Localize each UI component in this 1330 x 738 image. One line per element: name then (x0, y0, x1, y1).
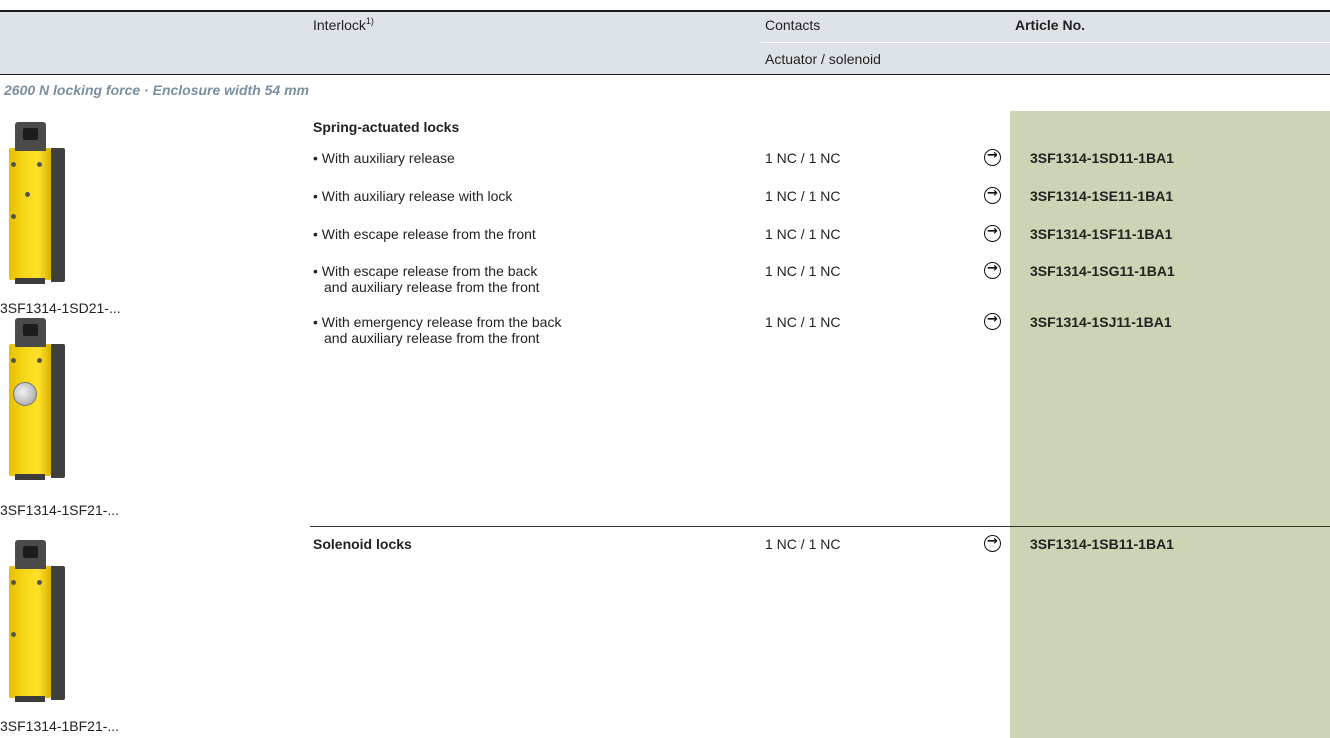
screw-icon (11, 162, 16, 167)
group-title-spring-actuated: Spring-actuated locks (313, 119, 460, 135)
screw-icon (37, 358, 42, 363)
header-row-separator (760, 42, 1330, 43)
row-contacts: 1 NC / 1 NC (765, 263, 841, 279)
screw-icon (37, 580, 42, 585)
row-article-number[interactable]: 3SF1314-1SJ11-1BA1 (1030, 314, 1172, 330)
product-caption: 3SF1314-1SD21-... (0, 300, 121, 316)
row-article-number[interactable]: 3SF1314-1SE11-1BA1 (1030, 188, 1173, 204)
header-contacts: Contacts (765, 17, 821, 33)
header-article-no: Article No. (1015, 17, 1086, 33)
header-interlock-label: Interlock (313, 17, 366, 33)
device-actuator-head (15, 318, 46, 347)
product-caption: 3SF1314-1SF21-... (0, 502, 120, 518)
product-caption: 3SF1314-1BF21-... (0, 718, 120, 734)
group-divider (310, 526, 1330, 527)
device-rail (51, 344, 65, 478)
circled-arrow-right-icon[interactable] (984, 148, 1001, 166)
screw-icon (11, 580, 16, 585)
header-bottom-rule (0, 74, 1330, 75)
device-rail (51, 148, 65, 282)
header-interlock: Interlock1) (313, 16, 374, 34)
screw-icon (37, 162, 42, 167)
row-description: • With escape release from the back (313, 263, 538, 279)
row-description-continued: and auxiliary release from the front (324, 330, 540, 346)
device-body (9, 344, 51, 476)
table-header (0, 12, 1330, 74)
device-foot (15, 278, 45, 284)
row-description: • With emergency release from the back (313, 314, 562, 330)
row-description: • With escape release from the front (313, 226, 536, 242)
row-contacts: 1 NC / 1 NC (765, 314, 841, 330)
row-contacts: 1 NC / 1 NC (765, 536, 841, 552)
header-actuator: Actuator / solenoid (765, 51, 881, 67)
screw-icon (25, 192, 30, 197)
circled-arrow-right-icon[interactable] (984, 534, 1001, 552)
article-column-highlight (1010, 111, 1330, 738)
device-foot (15, 474, 45, 480)
footnote-marker: 1) (365, 16, 374, 26)
row-contacts: 1 NC / 1 NC (765, 226, 841, 242)
screw-icon (11, 358, 16, 363)
device-rail (51, 566, 65, 700)
row-article-number[interactable]: 3SF1314-1SB11-1BA1 (1030, 536, 1174, 552)
row-article-number[interactable]: 3SF1314-1SG11-1BA1 (1030, 263, 1175, 279)
circled-arrow-right-icon[interactable] (984, 224, 1001, 242)
escape-release-knob (13, 382, 37, 406)
row-description: • With auxiliary release (313, 150, 455, 166)
device-actuator-head (15, 122, 46, 151)
device-actuator-head (15, 540, 46, 569)
device-foot (15, 696, 45, 702)
screw-icon (11, 632, 16, 637)
row-article-number[interactable]: 3SF1314-1SF11-1BA1 (1030, 226, 1172, 242)
circled-arrow-right-icon[interactable] (984, 186, 1001, 204)
screw-icon (11, 214, 16, 219)
row-description: • With auxiliary release with lock (313, 188, 513, 204)
row-article-number[interactable]: 3SF1314-1SD11-1BA1 (1030, 150, 1174, 166)
group-title-solenoid: Solenoid locks (313, 536, 412, 552)
row-contacts: 1 NC / 1 NC (765, 188, 841, 204)
circled-arrow-right-icon[interactable] (984, 261, 1001, 279)
row-description-continued: and auxiliary release from the front (324, 279, 540, 295)
circled-arrow-right-icon[interactable] (984, 312, 1001, 330)
row-contacts: 1 NC / 1 NC (765, 150, 841, 166)
section-title: 2600 N locking force · Enclosure width 5… (4, 82, 309, 98)
